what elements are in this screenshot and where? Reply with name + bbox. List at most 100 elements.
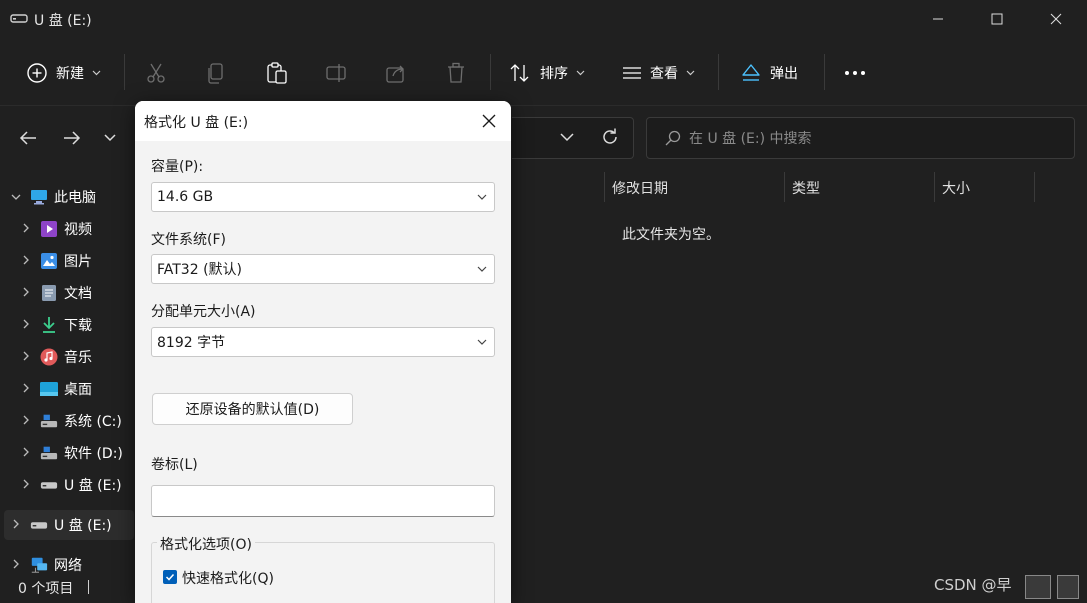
sidebar-item[interactable]: 软件 (D:) xyxy=(18,438,123,468)
close-window-button[interactable] xyxy=(1026,0,1086,38)
search-input[interactable]: 在 U 盘 (E:) 中搜索 xyxy=(689,128,812,148)
address-bar[interactable] xyxy=(512,117,634,159)
chevron-right-icon[interactable] xyxy=(18,382,34,396)
chevron-right-icon[interactable] xyxy=(18,446,34,460)
sidebar-item[interactable]: U 盘 (E:) xyxy=(8,510,112,540)
chevron-right-icon[interactable] xyxy=(18,254,34,268)
copy-icon xyxy=(208,63,223,84)
sort-label: 排序 xyxy=(540,66,568,82)
download-icon xyxy=(40,316,58,334)
delete-button[interactable] xyxy=(446,58,466,88)
chevron-right-icon[interactable] xyxy=(18,414,34,428)
command-bar: 新建 排序 查看 弹出 xyxy=(0,38,1087,106)
chevron-right-icon[interactable] xyxy=(18,318,34,332)
paste-button[interactable] xyxy=(266,58,288,88)
watermark-glyph-box xyxy=(1057,575,1079,599)
watermark-text: CSDN @早 xyxy=(934,576,1012,594)
back-button[interactable] xyxy=(14,124,42,152)
chevron-right-icon[interactable] xyxy=(18,350,34,364)
chevron-down-icon xyxy=(686,70,695,76)
refresh-button[interactable] xyxy=(600,127,620,151)
eject-label: 弹出 xyxy=(770,66,798,82)
title-bar: U 盘 (E:) xyxy=(0,0,1087,38)
view-icon xyxy=(623,67,641,79)
sidebar-item[interactable]: U 盘 (E:) xyxy=(18,470,122,500)
watermark-glyph-box xyxy=(1025,575,1051,599)
capacity-select[interactable]: 14.6 GB xyxy=(151,182,495,212)
view-label: 查看 xyxy=(650,66,678,82)
music-icon xyxy=(40,348,58,366)
plus-circle-icon xyxy=(27,63,47,83)
window-title: U 盘 (E:) xyxy=(34,13,92,29)
sidebar-item[interactable]: 音乐 xyxy=(18,342,92,372)
maximize-button[interactable] xyxy=(967,0,1027,38)
more-button[interactable] xyxy=(844,58,866,88)
quick-format-checkbox[interactable] xyxy=(163,570,177,584)
share-button[interactable] xyxy=(386,58,408,88)
chevron-down-icon xyxy=(560,133,574,142)
empty-folder-message: 此文件夹为空。 xyxy=(622,227,720,243)
allocation-size-select[interactable]: 8192 字节 xyxy=(151,327,495,357)
sidebar-item[interactable]: 系统 (C:) xyxy=(18,406,122,436)
sidebar-item-label: 视频 xyxy=(64,222,92,238)
format-options-label: 格式化选项(O) xyxy=(157,534,255,554)
eject-button[interactable]: 弹出 xyxy=(740,58,798,88)
minimize-button[interactable] xyxy=(908,0,968,38)
allocation-size-value: 8192 字节 xyxy=(157,335,226,351)
column-header-modified[interactable]: 修改日期 xyxy=(612,178,668,198)
volume-label-input[interactable] xyxy=(151,485,495,517)
sidebar-item-label: U 盘 (E:) xyxy=(54,518,112,534)
address-history-button[interactable] xyxy=(560,130,574,146)
close-icon xyxy=(1050,13,1062,25)
sidebar-item[interactable]: 图片 xyxy=(18,246,92,276)
sidebar-item[interactable]: 桌面 xyxy=(18,374,92,404)
rename-button[interactable] xyxy=(326,58,348,88)
dialog-title-bar: 格式化 U 盘 (E:) xyxy=(135,101,511,141)
sidebar-item-label: 网络 xyxy=(54,558,82,574)
column-header-type[interactable]: 类型 xyxy=(792,178,820,198)
chevron-right-icon[interactable] xyxy=(8,518,24,532)
documents-icon xyxy=(40,284,58,302)
chevron-right-icon[interactable] xyxy=(18,286,34,300)
sidebar-item[interactable]: 下载 xyxy=(18,310,92,340)
usb-drive-icon xyxy=(10,12,28,28)
chevron-right-icon[interactable] xyxy=(8,558,24,572)
more-icon xyxy=(845,71,865,75)
view-button[interactable]: 查看 xyxy=(622,58,695,88)
file-system-value: FAT32 (默认) xyxy=(157,262,242,278)
cut-button[interactable] xyxy=(146,58,166,88)
drive-icon xyxy=(40,412,58,430)
sidebar-item[interactable]: 文档 xyxy=(18,278,92,308)
chevron-down-icon xyxy=(477,194,487,200)
search-box[interactable]: 在 U 盘 (E:) 中搜索 xyxy=(646,117,1075,159)
sidebar-item-label: 音乐 xyxy=(64,350,92,366)
column-header-size[interactable]: 大小 xyxy=(942,178,970,198)
dialog-close-button[interactable] xyxy=(477,109,501,133)
file-system-select[interactable]: FAT32 (默认) xyxy=(151,254,495,284)
sidebar-item[interactable]: 视频 xyxy=(18,214,92,244)
chevron-right-icon[interactable] xyxy=(18,222,34,236)
volume-label-label: 卷标(L) xyxy=(151,457,198,473)
sidebar-item[interactable]: 网络 xyxy=(8,550,82,580)
chevron-down-icon[interactable] xyxy=(8,190,24,204)
dialog-title: 格式化 U 盘 (E:) xyxy=(144,115,249,131)
refresh-icon xyxy=(603,128,617,144)
recent-locations-button[interactable] xyxy=(96,124,124,152)
usb-drive-icon xyxy=(30,516,48,534)
sidebar-item-label: 文档 xyxy=(64,286,92,302)
sort-button[interactable]: 排序 xyxy=(510,58,585,88)
copy-button[interactable] xyxy=(206,58,226,88)
minimize-icon xyxy=(933,18,943,20)
sidebar-item[interactable]: 此电脑 xyxy=(8,182,96,212)
search-icon xyxy=(665,130,681,146)
drive-icon xyxy=(40,444,58,462)
new-label: 新建 xyxy=(56,66,84,82)
maximize-icon xyxy=(991,13,1003,25)
pictures-icon xyxy=(40,252,58,270)
restore-defaults-button[interactable]: 还原设备的默认值(D) xyxy=(152,393,353,425)
new-button[interactable]: 新建 xyxy=(26,58,101,88)
scissors-icon xyxy=(147,63,165,83)
forward-button[interactable] xyxy=(58,124,86,152)
eject-icon xyxy=(742,64,760,81)
chevron-right-icon[interactable] xyxy=(18,478,34,492)
